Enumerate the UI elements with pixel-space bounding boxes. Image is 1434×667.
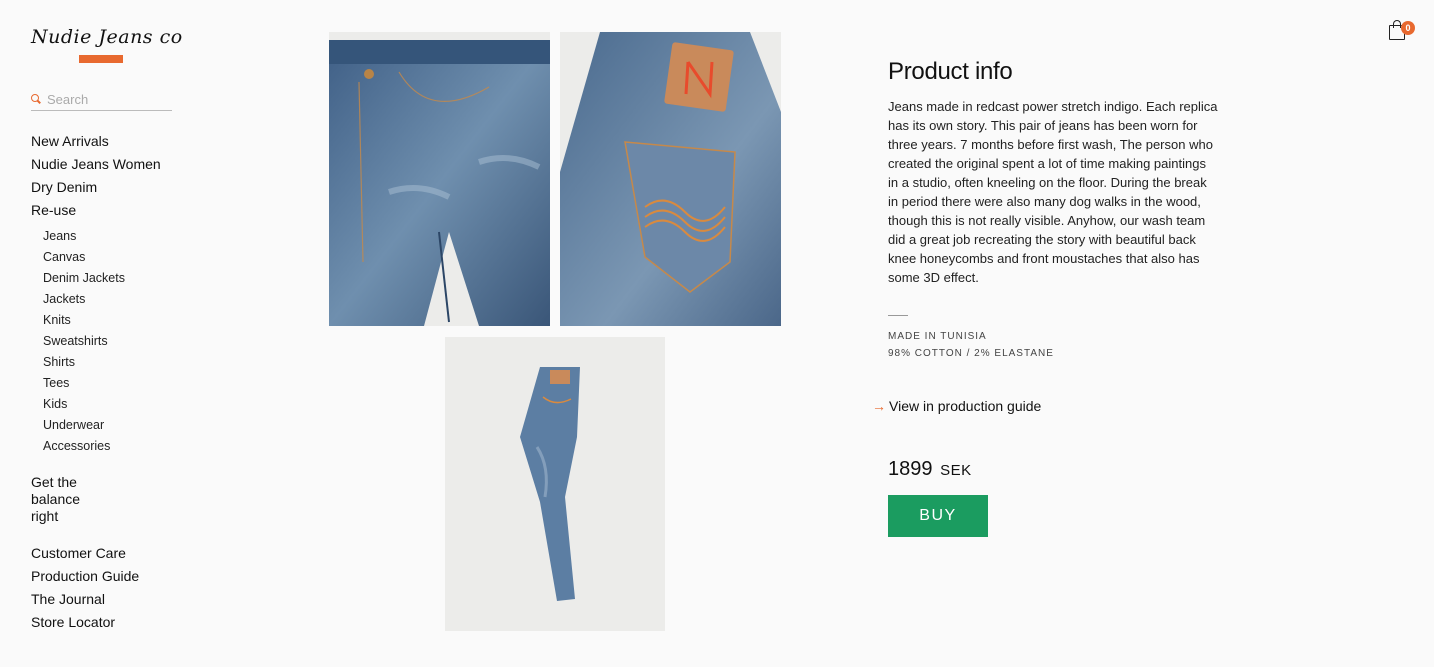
jeans-back-illustration bbox=[560, 32, 781, 326]
price-amount: 1899 bbox=[888, 458, 933, 480]
nav-sub-item-accessories[interactable]: Accessories bbox=[43, 439, 181, 454]
product-image-side[interactable] bbox=[445, 337, 665, 631]
nav-sub-item-sweatshirts[interactable]: Sweatshirts bbox=[43, 334, 181, 349]
nav-item-customer-care[interactable]: Customer Care bbox=[31, 545, 181, 562]
sidebar: Nudie Jeans co New Arrivals Nudie Jeans … bbox=[31, 22, 182, 637]
main-nav: New Arrivals Nudie Jeans Women Dry Denim… bbox=[31, 133, 181, 219]
product-description: Jeans made in redcast power stretch indi… bbox=[888, 99, 1218, 285]
composition-text: 98% COTTON / 2% ELASTANE bbox=[888, 348, 1054, 359]
cart-button[interactable]: 0 bbox=[1389, 20, 1415, 42]
search-input[interactable] bbox=[47, 92, 167, 107]
price-currency: SEK bbox=[940, 462, 972, 479]
nav-sub-item-tees[interactable]: Tees bbox=[43, 376, 181, 391]
product-info: Product info Jeans made in redcast power… bbox=[888, 57, 1218, 362]
divider bbox=[888, 315, 908, 316]
product-image-back[interactable] bbox=[560, 32, 781, 326]
product-price: 1899 SEK bbox=[888, 458, 972, 481]
nav-sub-item-jackets[interactable]: Jackets bbox=[43, 292, 181, 307]
nav-sub-item-kids[interactable]: Kids bbox=[43, 397, 181, 412]
production-guide-link[interactable]: → View in production guide bbox=[872, 398, 1041, 414]
nav-sub-item-underwear[interactable]: Underwear bbox=[43, 418, 181, 433]
nav-item-dry-denim[interactable]: Dry Denim bbox=[31, 179, 181, 196]
arrow-right-icon: → bbox=[872, 398, 886, 414]
nav-sub-item-denim-jackets[interactable]: Denim Jackets bbox=[43, 271, 181, 286]
nav-item-production-guide[interactable]: Production Guide bbox=[31, 568, 181, 585]
logo-underline bbox=[79, 55, 123, 63]
search-bar bbox=[31, 89, 172, 111]
sub-nav: Jeans Canvas Denim Jackets Jackets Knits… bbox=[43, 229, 181, 454]
nav-sub-item-jeans[interactable]: Jeans bbox=[43, 229, 181, 244]
product-image-front[interactable] bbox=[329, 32, 550, 326]
jeans-front-illustration bbox=[329, 40, 550, 326]
cart-count-badge: 0 bbox=[1401, 21, 1415, 35]
search-icon[interactable] bbox=[31, 94, 42, 105]
nav-item-women[interactable]: Nudie Jeans Women bbox=[31, 156, 181, 173]
nav-sub-item-shirts[interactable]: Shirts bbox=[43, 355, 181, 370]
made-in-text: MADE IN TUNISIA bbox=[888, 331, 987, 342]
nav-sub-item-knits[interactable]: Knits bbox=[43, 313, 181, 328]
nav-item-journal[interactable]: The Journal bbox=[31, 591, 181, 608]
production-guide-label: View in production guide bbox=[889, 398, 1042, 414]
jeans-side-illustration bbox=[520, 367, 580, 601]
nav-item-store-locator[interactable]: Store Locator bbox=[31, 614, 181, 631]
nav-item-new-arrivals[interactable]: New Arrivals bbox=[31, 133, 181, 150]
buy-button[interactable]: BUY bbox=[888, 495, 988, 537]
nav-item-re-use[interactable]: Re-use bbox=[31, 202, 181, 219]
brand-logo[interactable]: Nudie Jeans co bbox=[31, 22, 182, 52]
nav-sub-item-canvas[interactable]: Canvas bbox=[43, 250, 181, 265]
nav-item-balance[interactable]: Get the balance right bbox=[31, 474, 101, 525]
footer-nav: Customer Care Production Guide The Journ… bbox=[31, 545, 181, 631]
product-info-heading: Product info bbox=[888, 58, 1013, 85]
